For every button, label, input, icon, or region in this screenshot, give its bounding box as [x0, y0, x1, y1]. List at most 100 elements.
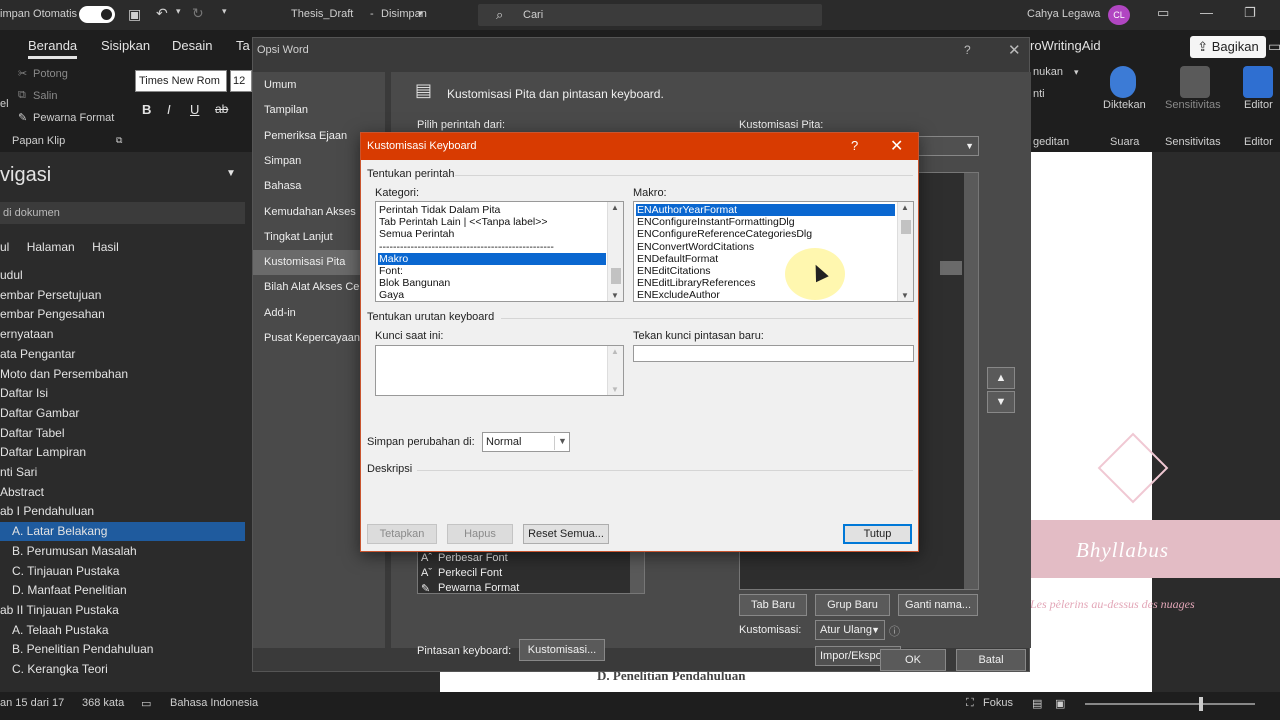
categories-list[interactable]: Perintah Tidak Dalam Pita Tab Perintah La…	[375, 201, 624, 302]
move-up-button[interactable]: ▲	[987, 367, 1015, 389]
format-painter-label[interactable]: Pewarna Format	[33, 112, 114, 124]
nav-heading-item[interactable]: B. Perumusan Masalah	[0, 542, 245, 561]
clipboard-launcher-icon[interactable]: ⧉	[116, 135, 122, 146]
options-help-button[interactable]: ?	[964, 43, 971, 57]
commands-scrollbar[interactable]	[630, 551, 644, 593]
category-list-item[interactable]: Tab Perintah Lain | <<Tanpa label>>	[378, 216, 606, 228]
nav-heading-item[interactable]: Daftar Isi	[0, 384, 245, 403]
language-indicator[interactable]: Bahasa Indonesia	[170, 697, 258, 709]
nav-heading-item[interactable]: A. Latar Belakang	[0, 522, 245, 542]
customize-qat-icon[interactable]: ▾	[222, 6, 227, 17]
ribbon-display-icon[interactable]: ▭	[1157, 5, 1169, 21]
macro-list-item[interactable]: ENEditLibraryReferences	[636, 277, 895, 289]
cut-icon[interactable]: ✂	[18, 67, 27, 80]
replace-label[interactable]: nti	[1033, 88, 1045, 100]
proofing-icon[interactable]: ▭	[141, 697, 151, 710]
nav-heading-item[interactable]: Daftar Gambar	[0, 404, 245, 423]
new-shortcut-input[interactable]	[633, 345, 914, 362]
tree-scrollbar[interactable]	[964, 173, 978, 589]
scroll-up-icon[interactable]: ▲	[901, 203, 909, 212]
rename-button[interactable]: Ganti nama...	[898, 594, 978, 616]
scroll-up-icon[interactable]: ▲	[611, 203, 619, 212]
reset-dropdown[interactable]: Atur Ulang ▼	[815, 620, 885, 640]
focus-label[interactable]: Fokus	[983, 697, 1013, 709]
paste-label[interactable]: el	[0, 98, 9, 110]
tab-tata-letak[interactable]: Ta	[236, 38, 250, 53]
format-painter-icon[interactable]: ✎	[18, 111, 27, 124]
minimize-icon[interactable]: —	[1200, 5, 1213, 20]
sensitivity-label[interactable]: Sensitivitas	[1165, 99, 1221, 111]
reset-all-button[interactable]: Reset Semua...	[523, 524, 609, 544]
restore-icon[interactable]: ❐	[1244, 5, 1256, 21]
nav-heading-item[interactable]: embar Pengesahan	[0, 305, 245, 324]
keyboard-close-button[interactable]: ✕	[890, 136, 903, 156]
nav-heading-item[interactable]: ernyataan	[0, 325, 245, 344]
avatar[interactable]: CL	[1108, 5, 1130, 25]
redo-icon[interactable]: ↻	[192, 5, 204, 22]
nav-heading-item[interactable]: nti Sari	[0, 463, 245, 482]
category-list-item[interactable]: Semua Perintah	[378, 228, 606, 240]
commands-list[interactable]: Perbesar Font Perkecil Font Pewarna Form…	[417, 550, 645, 595]
customize-keyboard-button[interactable]: Kustomisasi...	[519, 639, 605, 661]
categories-scrollbar[interactable]: ▲ ▼	[607, 202, 623, 301]
status-dropdown-icon[interactable]: ▾	[418, 8, 423, 19]
nav-tab-pages[interactable]: Halaman	[27, 240, 75, 254]
strikethrough-button[interactable]: ab	[215, 102, 228, 116]
command-item-grow-font[interactable]: Perbesar Font	[438, 552, 508, 564]
category-list-item[interactable]: Perintah Tidak Dalam Pita	[378, 204, 606, 216]
move-down-button[interactable]: ▼	[987, 391, 1015, 413]
page-count[interactable]: an 15 dari 17	[0, 697, 64, 709]
nav-heading-item[interactable]: C. Tinjauan Pustaka	[0, 562, 245, 581]
copy-label[interactable]: Salin	[33, 90, 57, 102]
scroll-down-icon[interactable]: ▼	[611, 385, 619, 394]
macros-list[interactable]: ENAuthorYearFormat ENConfigureInstantForm…	[633, 201, 914, 302]
font-size-box[interactable]: 12	[230, 70, 252, 92]
sensitivity-icon[interactable]	[1180, 66, 1210, 98]
editor-label[interactable]: Editor	[1244, 99, 1273, 111]
undo-icon[interactable]: ↶	[156, 5, 168, 22]
tab-prowritingaid[interactable]: roWritingAid	[1030, 38, 1101, 53]
tab-beranda[interactable]: Beranda	[28, 38, 78, 59]
scroll-thumb[interactable]	[611, 268, 621, 284]
nav-heading-item[interactable]: ab II Tinjauan Pustaka	[0, 601, 245, 620]
copy-icon[interactable]: ⧉	[18, 89, 26, 102]
document-title[interactable]: Thesis_Draft	[291, 8, 353, 20]
print-layout-icon[interactable]: ▣	[1055, 697, 1065, 710]
nav-heading-item[interactable]: embar Persetujuan	[0, 286, 245, 305]
scroll-up-icon[interactable]: ▲	[611, 347, 619, 356]
category-list-item[interactable]: Font:	[378, 265, 606, 277]
new-group-button[interactable]: Grup Baru	[815, 594, 890, 616]
cut-label[interactable]: Potong	[33, 68, 68, 80]
scroll-down-icon[interactable]: ▼	[901, 291, 909, 300]
nav-heading-item[interactable]: Daftar Tabel	[0, 424, 245, 443]
command-item-shrink-font[interactable]: Perkecil Font	[438, 567, 502, 579]
save-icon[interactable]: ▣	[128, 6, 141, 23]
nav-heading-item[interactable]: ata Pengantar	[0, 345, 245, 364]
assign-button[interactable]: Tetapkan	[367, 524, 437, 544]
macro-list-item[interactable]: ENEditCitations	[636, 265, 895, 277]
save-in-select[interactable]: Normal ▼	[482, 432, 570, 452]
macro-list-item[interactable]: ENConfigureInstantFormattingDlg	[636, 216, 895, 228]
category-list-item[interactable]: Blok Bangunan	[378, 277, 606, 289]
comments-icon[interactable]: ▭	[1268, 38, 1280, 55]
macro-list-item[interactable]: ENDefaultFormat	[636, 253, 895, 265]
nav-heading-item[interactable]: A. Telaah Pustaka	[0, 621, 245, 640]
nav-heading-item[interactable]: B. Penelitian Pendahuluan	[0, 640, 245, 659]
command-item-format-painter[interactable]: Pewarna Format	[438, 582, 519, 594]
nav-heading-item[interactable]: C. Kerangka Teori	[0, 660, 245, 679]
bold-button[interactable]: B	[142, 102, 151, 117]
remove-button[interactable]: Hapus	[447, 524, 513, 544]
nav-heading-item[interactable]: ab I Pendahuluan	[0, 502, 245, 521]
options-category-item[interactable]: Umum	[253, 73, 385, 98]
new-tab-button[interactable]: Tab Baru	[739, 594, 807, 616]
macro-list-item[interactable]: ENExcludeAuthor	[636, 289, 895, 301]
current-keys-list[interactable]: ▲ ▼	[375, 345, 624, 396]
find-label[interactable]: nukan	[1033, 66, 1063, 78]
tab-sisipkan[interactable]: Sisipkan	[101, 38, 150, 53]
options-close-button[interactable]: ✕	[1008, 41, 1021, 59]
keyboard-help-button[interactable]: ?	[851, 138, 858, 153]
close-button[interactable]: Tutup	[843, 524, 912, 544]
dictate-label[interactable]: Diktekan	[1103, 99, 1146, 111]
nav-heading-item[interactable]: udul	[0, 266, 245, 285]
nav-heading-item[interactable]: D. Manfaat Penelitian	[0, 581, 245, 600]
